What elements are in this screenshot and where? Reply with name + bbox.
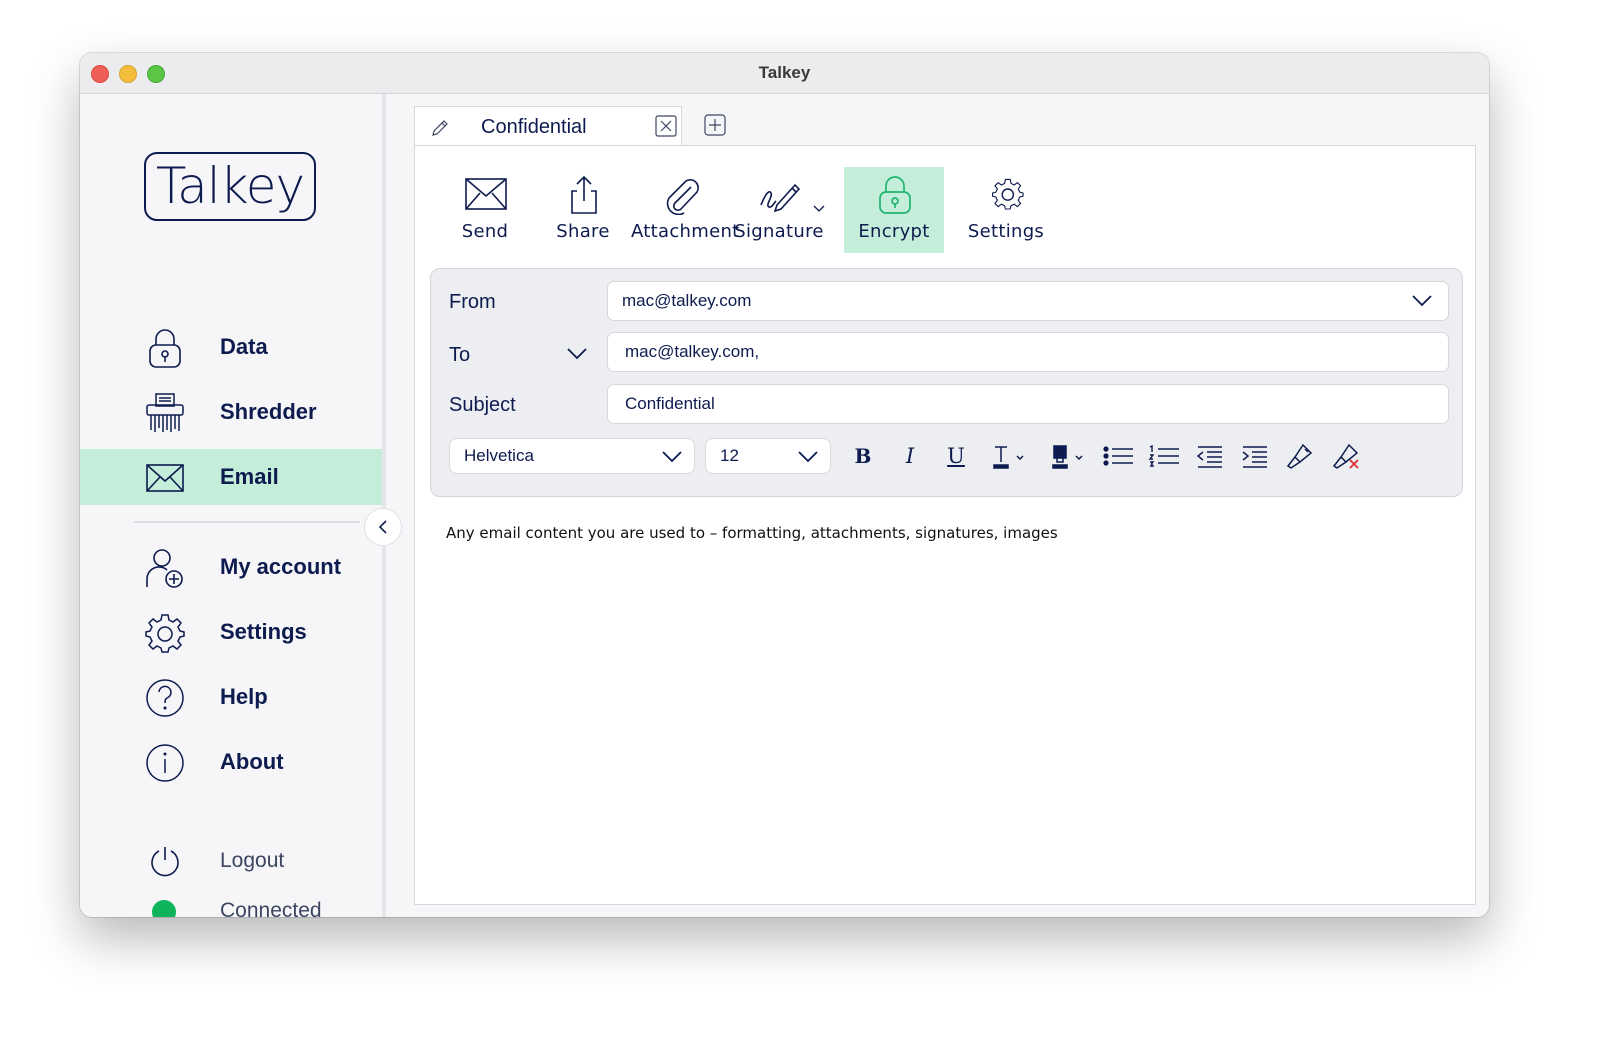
to-value: mac@talkey.com, (625, 342, 760, 361)
gear-icon (992, 178, 1024, 210)
chevron-left-icon (378, 520, 387, 534)
to-label: To (449, 344, 471, 366)
clear-formatting-button[interactable] (1329, 440, 1365, 472)
info-icon (146, 744, 184, 782)
to-field[interactable]: mac@talkey.com, (607, 332, 1449, 372)
logout-label: Logout (220, 849, 285, 872)
lock-icon (879, 176, 911, 214)
compose-header: From mac@talkey.com To mac@talkey.com, S… (430, 268, 1463, 497)
pencil-icon (432, 120, 448, 136)
numbered-list-button[interactable] (1147, 440, 1183, 472)
bullet-list-button[interactable] (1101, 440, 1137, 472)
sidebar-item-email[interactable]: Email (80, 449, 382, 505)
toolbar-settings-button[interactable]: Settings (956, 167, 1056, 253)
sidebar-item-my-account[interactable]: My account (80, 539, 382, 595)
sidebar-item-label: Email (220, 464, 279, 489)
share-label: Share (556, 221, 610, 242)
bold-button[interactable]: B (847, 440, 879, 472)
indent-button[interactable] (1238, 440, 1274, 472)
outdent-button[interactable] (1193, 440, 1229, 472)
sidebar-item-label: Shredder (220, 399, 317, 424)
sidebar-item-shredder[interactable]: Shredder (80, 384, 382, 440)
chevron-down-icon (798, 451, 818, 463)
paint-brush-icon (1286, 443, 1313, 469)
share-button[interactable]: Share (533, 167, 633, 253)
text-color-button[interactable] (986, 440, 1030, 472)
font-size-value: 12 (720, 446, 739, 465)
chevron-down-icon (662, 451, 682, 463)
sidebar-item-label: About (220, 749, 284, 774)
status-label: Connected (220, 899, 322, 917)
logout-button[interactable]: Logout (80, 834, 382, 890)
chevron-down-icon (1412, 295, 1432, 307)
send-button[interactable]: Send (435, 167, 535, 253)
sidebar-item-settings[interactable]: Settings (80, 604, 382, 660)
sidebar-item-label: Data (220, 334, 268, 359)
status-dot (152, 900, 176, 917)
window-title: Talkey (758, 63, 811, 82)
close-tab-icon[interactable] (655, 115, 677, 137)
sidebar-item-about[interactable]: About (80, 734, 382, 790)
font-size-select[interactable]: 12 (705, 438, 831, 474)
sidebar-item-help[interactable]: Help (80, 669, 382, 725)
attachment-label: Attachment (631, 221, 740, 242)
clear-format-icon (1332, 443, 1359, 469)
encrypt-label: Encrypt (858, 221, 930, 242)
encrypt-button[interactable]: Encrypt (844, 167, 944, 253)
new-tab-icon[interactable] (704, 114, 726, 136)
underline-button[interactable]: U (940, 440, 972, 472)
signature-button[interactable]: Signature (729, 167, 829, 253)
shredder-icon (146, 393, 184, 432)
sidebar-item-label: Help (220, 684, 268, 709)
power-icon (151, 847, 179, 877)
send-label: Send (461, 221, 509, 242)
from-label: From (449, 291, 496, 313)
connection-status: Connected (80, 884, 382, 917)
lock-icon (149, 329, 181, 368)
email-panel: Send Share Attachment Signature Encrypt … (414, 145, 1476, 905)
sidebar-divider (134, 521, 360, 523)
subject-field[interactable]: Confidential (607, 384, 1449, 424)
main-content: Confidential Send Share Attachment Signa… (386, 94, 1489, 917)
font-family-value: Helvetica (464, 446, 534, 465)
user-add-icon (146, 549, 183, 588)
app-window: Talkey Talkey Data Shredder Email My acc… (80, 53, 1489, 917)
signature-label: Signature (734, 221, 824, 242)
talkey-logo: Talkey (144, 152, 316, 221)
question-icon (146, 679, 184, 717)
tab-confidential[interactable]: Confidential (414, 106, 682, 146)
envelope-icon (465, 178, 507, 210)
indent-icon (1242, 446, 1267, 468)
bullet-list-icon (1103, 446, 1133, 466)
font-family-select[interactable]: Helvetica (449, 438, 695, 474)
sidebar: Talkey Data Shredder Email My account Se… (80, 94, 386, 917)
chevron-down-icon[interactable] (813, 205, 825, 213)
from-select[interactable]: mac@talkey.com (607, 281, 1449, 321)
gear-icon (145, 614, 185, 653)
sidebar-item-label: My account (220, 554, 342, 579)
collapse-sidebar-button[interactable] (364, 508, 402, 546)
subject-label: Subject (449, 394, 516, 416)
italic-button[interactable]: I (894, 440, 926, 472)
text-color-icon (993, 446, 1024, 469)
signature-pen-icon (760, 183, 801, 213)
paperclip-icon (666, 179, 699, 215)
tab-label: Confidential (481, 116, 587, 138)
share-icon (571, 175, 597, 214)
sidebar-item-data[interactable]: Data (80, 319, 382, 375)
envelope-icon (146, 464, 184, 492)
settings-label: Settings (967, 221, 1045, 242)
outdent-icon (1196, 446, 1222, 468)
attachment-button[interactable]: Attachment (631, 167, 740, 253)
title-bar: Talkey (80, 53, 1489, 94)
highlighter-icon (1052, 445, 1083, 469)
sidebar-item-label: Settings (220, 619, 307, 644)
chevron-down-icon[interactable] (567, 348, 587, 360)
from-value: mac@talkey.com (622, 291, 752, 310)
subject-value: Confidential (625, 394, 715, 413)
numbered-list-icon (1148, 444, 1179, 467)
email-body[interactable]: Any email content you are used to – form… (446, 524, 1058, 542)
highlight-color-button[interactable] (1045, 440, 1089, 472)
format-painter-button[interactable] (1283, 440, 1319, 472)
